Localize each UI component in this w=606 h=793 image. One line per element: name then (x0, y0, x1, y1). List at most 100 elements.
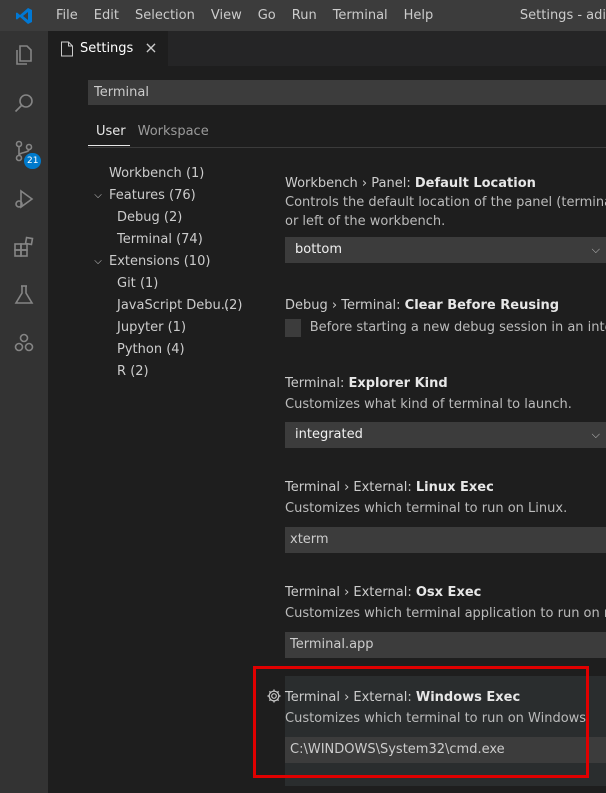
toc-count: (1) (185, 166, 205, 181)
toc-count: (4) (166, 342, 185, 357)
osx-exec-input[interactable]: Terminal.app (285, 632, 606, 658)
setting-title: Workbench › Panel: Default Location (285, 175, 606, 192)
setting-title: Terminal › External: Linux Exec (285, 479, 606, 496)
toc-label: Terminal (117, 232, 172, 247)
menu-help[interactable]: Help (396, 0, 442, 31)
toc-label: Git (117, 276, 136, 291)
menu-bar: File Edit Selection View Go Run Terminal… (48, 0, 441, 31)
settings-toc: Workbench (1) ⌵ Features (76) Debug (2) … (88, 163, 258, 383)
toc-label: Jupyter (117, 320, 164, 335)
setting-explorer-kind: Terminal: Explorer Kind Customizes what … (285, 375, 606, 448)
scm-badge: 21 (24, 153, 42, 169)
select-value: integrated (295, 427, 363, 442)
chevron-down-icon: ⌵ (591, 243, 600, 256)
toc-item-workbench[interactable]: Workbench (1) (88, 163, 258, 185)
toc-item-debug[interactable]: Debug (2) (88, 207, 258, 229)
highlight-annotation (253, 666, 589, 778)
close-icon[interactable]: × (142, 39, 160, 57)
clear-before-reusing-checkbox[interactable] (285, 318, 301, 337)
extensions-icon[interactable] (0, 223, 48, 271)
setting-name: Clear Before Reusing (404, 298, 560, 313)
menu-view[interactable]: View (203, 0, 250, 31)
toc-label: Features (109, 188, 165, 203)
menu-selection[interactable]: Selection (127, 0, 203, 31)
toc-item-git[interactable]: Git (1) (88, 273, 258, 295)
tab-settings[interactable]: Settings × (48, 31, 168, 66)
setting-name: Linux Exec (415, 480, 494, 495)
chevron-down-icon: ⌵ (94, 256, 102, 267)
setting-name: Explorer Kind (348, 376, 448, 391)
menu-terminal[interactable]: Terminal (325, 0, 396, 31)
setting-category: Debug › Terminal: (285, 298, 405, 313)
toc-item-terminal[interactable]: Terminal (74) (88, 229, 258, 251)
menu-edit[interactable]: Edit (86, 0, 127, 31)
toc-count: (1) (139, 276, 159, 291)
setting-category: Terminal: (285, 376, 349, 391)
tab-user[interactable]: User (88, 120, 130, 146)
toc-label: R (117, 364, 127, 379)
toc-count: (2) (163, 210, 183, 225)
tab-workspace[interactable]: Workspace (130, 120, 213, 146)
toc-item-python[interactable]: Python (4) (88, 339, 258, 361)
menu-file[interactable]: File (48, 0, 86, 31)
panel-location-select[interactable]: bottom ⌵ (285, 237, 606, 263)
toc-label: Python (117, 342, 163, 357)
setting-linux-exec: Terminal › External: Linux Exec Customiz… (285, 479, 606, 553)
explorer-icon[interactable] (0, 31, 48, 79)
toc-count: (2) (130, 364, 149, 379)
setting-title: Terminal › External: Osx Exec (285, 584, 606, 601)
toc-count: (76) (169, 188, 196, 203)
title-bar: File Edit Selection View Go Run Terminal… (0, 0, 606, 31)
setting-title: Terminal: Explorer Kind (285, 375, 606, 392)
toc-count: (74) (176, 232, 203, 247)
setting-title: Debug › Terminal: Clear Before Reusing (285, 297, 606, 314)
toc-item-features[interactable]: ⌵ Features (76) (88, 185, 258, 207)
select-value: bottom (295, 242, 343, 257)
setting-osx-exec: Terminal › External: Osx Exec Customizes… (285, 584, 606, 658)
toc-count: (2) (224, 298, 243, 313)
toc-item-r[interactable]: R (2) (88, 361, 258, 383)
run-debug-icon[interactable] (0, 175, 48, 223)
menu-run[interactable]: Run (284, 0, 325, 31)
chevron-down-icon: ⌵ (94, 190, 102, 201)
setting-name: Osx Exec (415, 585, 482, 600)
settings-search-input[interactable] (88, 80, 606, 105)
menu-go[interactable]: Go (250, 0, 284, 31)
chevron-down-icon: ⌵ (591, 428, 600, 441)
toc-item-extensions[interactable]: ⌵ Extensions (10) (88, 251, 258, 273)
divider (88, 147, 606, 148)
setting-name: Default Location (414, 176, 536, 191)
toc-item-javascript-debugger[interactable]: JavaScript Debu... (2) (88, 295, 258, 317)
vscode-logo-icon (0, 0, 48, 31)
setting-category: Terminal › External: (285, 585, 416, 600)
toc-count: (10) (183, 254, 211, 269)
search-icon[interactable] (0, 79, 48, 127)
remote-explorer-icon[interactable] (0, 319, 48, 367)
setting-panel-default-location: Workbench › Panel: Default Location Cont… (285, 175, 606, 263)
checkbox-row: Before starting a new debug session in a… (285, 318, 606, 337)
toc-label: JavaScript Debu... (117, 298, 234, 313)
setting-description: Customizes which terminal to run on Linu… (285, 501, 568, 516)
file-icon (61, 41, 73, 56)
toc-label: Extensions (109, 254, 180, 269)
toc-count: (1) (167, 320, 187, 335)
toc-item-jupyter[interactable]: Jupyter (1) (88, 317, 258, 339)
setting-description: or left of the workbench. (285, 214, 446, 229)
setting-category: Terminal › External: (285, 480, 416, 495)
window-title: Settings - adi (519, 8, 606, 23)
linux-exec-input[interactable]: xterm (285, 527, 606, 553)
editor-tab-bar: Settings × (48, 31, 606, 66)
setting-description: Before starting a new debug session in a… (309, 320, 606, 335)
activity-bar: 21 (0, 31, 48, 793)
scope-tabs: User Workspace (88, 120, 213, 146)
setting-description: Controls the default location of the pan… (285, 195, 606, 210)
setting-description: Customizes which terminal application to… (285, 606, 606, 621)
explorer-kind-select[interactable]: integrated ⌵ (285, 422, 606, 448)
source-control-icon[interactable]: 21 (0, 127, 48, 175)
toc-label: Debug (117, 210, 160, 225)
testing-flask-icon[interactable] (0, 271, 48, 319)
setting-clear-before-reusing: Debug › Terminal: Clear Before Reusing B… (285, 297, 606, 337)
tab-label: Settings (80, 41, 134, 56)
toc-label: Workbench (109, 166, 182, 181)
setting-description: Customizes what kind of terminal to laun… (285, 397, 572, 412)
